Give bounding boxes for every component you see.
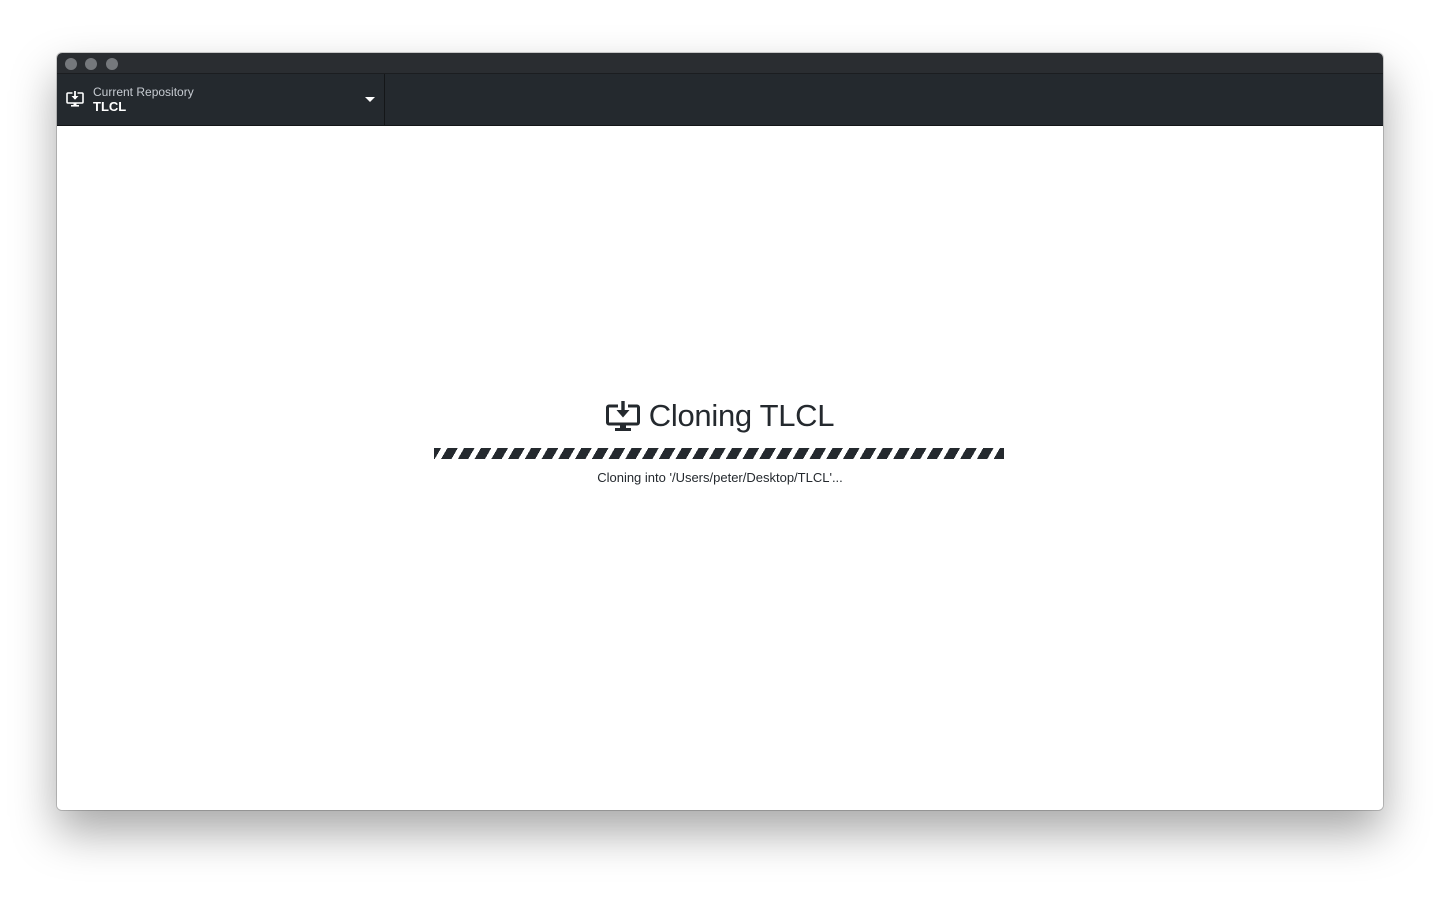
repository-text: Current Repository TLCL [93, 85, 194, 114]
repository-name: TLCL [93, 99, 127, 114]
cloning-heading: Cloning TLCL [57, 398, 1383, 438]
current-repository-selector[interactable]: Current Repository TLCL [57, 74, 385, 125]
title-bar [57, 53, 1383, 74]
app-window: Current Repository TLCL Cloning TLCL Clo… [57, 53, 1383, 810]
toolbar: Current Repository TLCL [57, 74, 1383, 126]
window-close-button[interactable] [65, 58, 77, 70]
clone-icon [605, 401, 640, 431]
window-minimize-button[interactable] [85, 58, 97, 70]
caret-down-icon [365, 97, 375, 102]
window-zoom-button[interactable] [106, 58, 118, 70]
main-content: Cloning TLCL Cloning into '/Users/peter/… [57, 126, 1383, 810]
page-title: Cloning TLCL [648, 398, 835, 433]
clone-progress-bar [434, 448, 1004, 459]
repository-caption: Current Repository [93, 85, 194, 99]
clone-icon [66, 91, 84, 107]
clone-status-text: Cloning into '/Users/peter/Desktop/TLCL'… [597, 470, 843, 485]
